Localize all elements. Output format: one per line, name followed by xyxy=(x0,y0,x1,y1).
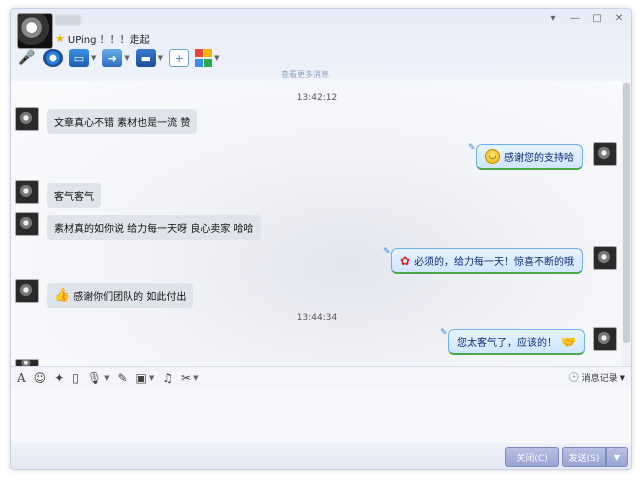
voice-call-icon[interactable]: 🎤 xyxy=(17,49,37,67)
message-text: 感谢你们团队的 如此付出 xyxy=(73,292,187,303)
self-avatar[interactable] xyxy=(593,327,617,351)
chevron-down-icon[interactable]: ▼ xyxy=(158,54,163,62)
font-icon[interactable]: A xyxy=(17,371,26,385)
send-file-icon[interactable]: ➜ xyxy=(102,49,123,67)
voice-message-icon[interactable]: 🎙 xyxy=(87,371,102,385)
chevron-down-icon[interactable]: ▼ xyxy=(91,54,96,62)
input-toolbar: A ☺ ✦ ▯ 🎙 ▼ ✎ ▣ ▼ ♫ ✂ ▼ 🕒 消息记录 ▼ xyxy=(11,366,631,388)
message-area: 13:42:12 文章真心不错 素材也是一流 赞 ✎ ◡ 感谢您的支持哈 客气客… xyxy=(11,81,623,367)
remote-desktop-icon[interactable]: ▭ xyxy=(69,49,89,67)
chevron-down-icon[interactable]: ▼ xyxy=(149,374,154,382)
message-text: 您太客气了，应该的！ xyxy=(457,338,557,349)
message-outgoing: ✎ 您太客气了，应该的！ 🤝 xyxy=(440,328,585,355)
close-button[interactable]: 关闭(C) xyxy=(505,447,559,467)
magic-wand-icon[interactable]: ✦ xyxy=(54,371,64,385)
bottom-bar: 关闭(C) 发送(S) ▼ xyxy=(11,443,631,469)
message-incoming: 素材真的如你说 给力每一天呀 良心卖家 哈哈 xyxy=(47,215,261,240)
chevron-down-icon: ▼ xyxy=(619,373,625,382)
image-icon[interactable]: ▣ xyxy=(136,371,147,385)
shake-window-icon[interactable]: ▯ xyxy=(72,371,79,385)
smile-emoji-icon: ◡ xyxy=(485,149,500,164)
maximize-button[interactable]: □ xyxy=(591,13,603,24)
close-window-button[interactable]: ✕ xyxy=(613,13,625,24)
emoji-icon[interactable]: ☺ xyxy=(34,371,47,385)
chat-window: ★ UPing ！！！走起 ▾ — □ ✕ 🎤 ▭ ▼ ➜ ▼ ▬ ▼ + ▼ … xyxy=(10,8,632,470)
music-icon[interactable]: ♫ xyxy=(162,371,173,385)
self-avatar[interactable] xyxy=(593,246,617,270)
message-input[interactable] xyxy=(11,388,631,443)
bubble-tip-icon: ✎ xyxy=(468,143,476,153)
more-messages-link[interactable]: 查看更多消息 xyxy=(281,69,329,80)
timestamp: 13:42:12 xyxy=(296,93,338,103)
apps-icon[interactable] xyxy=(195,49,213,67)
video-call-icon[interactable] xyxy=(43,49,63,67)
message-text: 素材真的如你说 给力每一天呀 良心卖家 哈哈 xyxy=(54,224,254,235)
minimize-button[interactable]: — xyxy=(569,13,581,24)
sender-avatar[interactable] xyxy=(15,107,39,131)
message-history-button[interactable]: 🕒 消息记录 ▼ xyxy=(568,371,625,385)
message-outgoing: ✎ ✿ 必须的，给力每一天！惊喜不断的哦 xyxy=(383,247,584,274)
chat-header: ★ UPing ！！！走起 ▾ — □ ✕ 🎤 ▭ ▼ ➜ ▼ ▬ ▼ + ▼ … xyxy=(11,9,631,80)
self-avatar[interactable] xyxy=(593,142,617,166)
status-text: UPing ！！！走起 xyxy=(67,35,150,46)
window-controls: ▾ — □ ✕ xyxy=(547,13,625,24)
chevron-down-icon[interactable]: ▼ xyxy=(214,54,219,62)
contact-status: ★ UPing ！！！走起 xyxy=(55,31,150,46)
rose-emoji-icon: ✿ xyxy=(400,253,411,268)
chevron-down-icon[interactable]: ▼ xyxy=(193,374,198,382)
bubble-tip-icon: ✎ xyxy=(440,328,448,338)
message-incoming: 👍 感谢你们团队的 如此付出 xyxy=(47,283,194,308)
create-group-chat-icon[interactable]: + xyxy=(169,49,190,67)
message-outgoing: ✎ ◡ 感谢您的支持哈 xyxy=(468,143,583,170)
handshake-emoji-icon: 🤝 xyxy=(561,334,576,349)
message-text: 文章真心不错 素材也是一流 赞 xyxy=(54,118,191,129)
thumbs-up-emoji-icon: 👍 xyxy=(54,288,71,303)
sender-avatar[interactable] xyxy=(15,180,39,204)
send-button[interactable]: 发送(S) xyxy=(562,447,606,467)
message-text: 必须的，给力每一天！惊喜不断的哦 xyxy=(414,257,575,268)
screen-share-icon[interactable]: ▬ xyxy=(135,49,156,67)
bubble-tip-icon: ✎ xyxy=(383,247,391,257)
message-text: 客气客气 xyxy=(54,192,94,203)
message-scrollbar[interactable] xyxy=(622,81,631,366)
message-incoming: 客气客气 xyxy=(47,183,101,208)
chevron-down-icon[interactable]: ▼ xyxy=(124,54,129,62)
edit-icon[interactable]: ✎ xyxy=(117,371,127,385)
contact-avatar[interactable] xyxy=(17,13,53,49)
contact-name-redacted xyxy=(55,15,81,25)
history-label: 消息记录 xyxy=(581,374,618,384)
message-incoming: 文章真心不错 素材也是一流 赞 xyxy=(47,109,198,134)
screenshot-scissors-icon[interactable]: ✂ xyxy=(181,371,191,385)
scrollbar-thumb[interactable] xyxy=(623,83,630,343)
header-toolbar: 🎤 ▭ ▼ ➜ ▼ ▬ ▼ + ▼ xyxy=(17,49,220,67)
sender-avatar[interactable] xyxy=(15,212,39,236)
sender-avatar[interactable] xyxy=(15,279,39,303)
timestamp: 13:44:34 xyxy=(296,313,338,323)
message-text: 感谢您的支持哈 xyxy=(504,153,574,164)
clock-icon: 🕒 xyxy=(568,372,580,383)
menu-dropdown-button[interactable]: ▾ xyxy=(547,13,559,24)
star-icon: ★ xyxy=(55,32,65,45)
chevron-down-icon[interactable]: ▼ xyxy=(104,374,109,382)
send-options-button[interactable]: ▼ xyxy=(606,447,628,467)
